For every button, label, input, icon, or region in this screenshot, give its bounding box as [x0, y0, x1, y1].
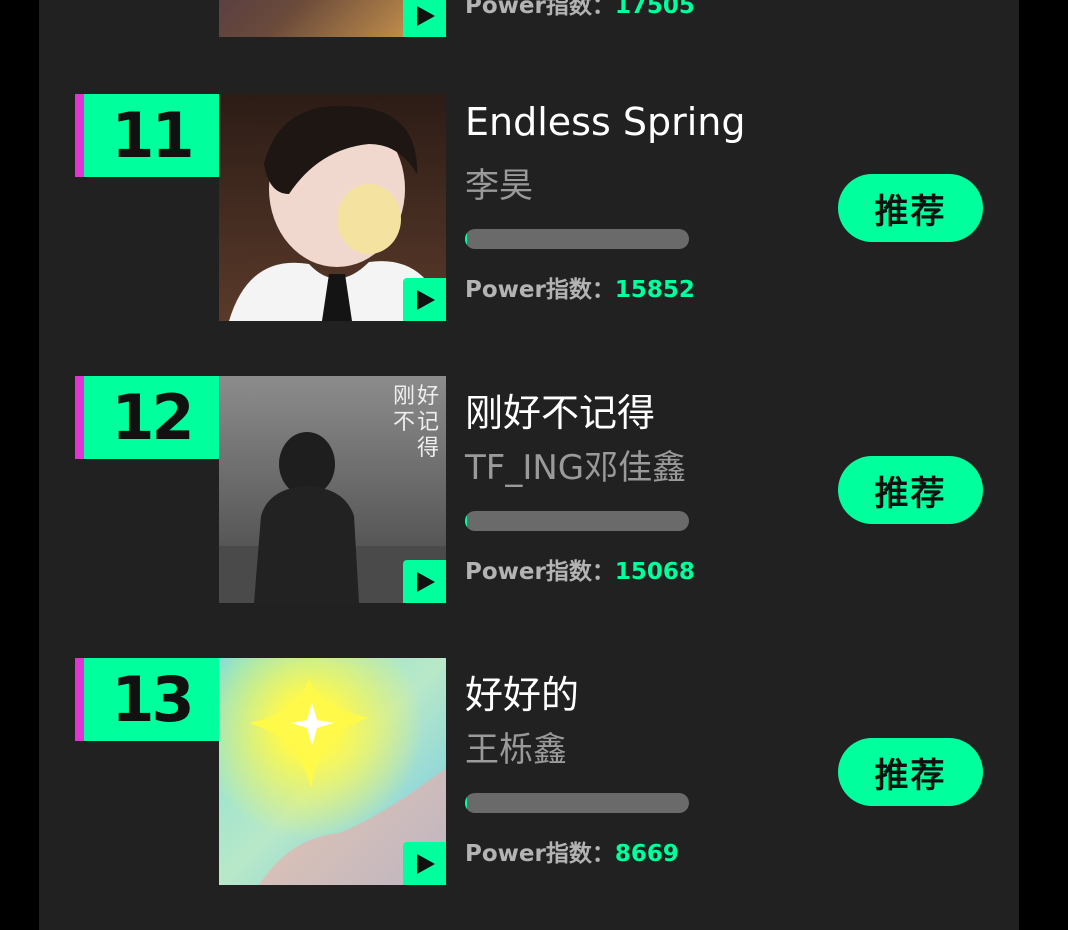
album-cover[interactable] — [219, 94, 446, 321]
play-icon — [416, 5, 435, 26]
artist-name[interactable]: 李昊 — [465, 158, 533, 207]
power-progress-bar — [465, 511, 689, 531]
artist-name[interactable]: TF_ING邓佳鑫 — [465, 440, 686, 489]
play-button[interactable] — [403, 842, 446, 885]
cover-text: 刚好不记得 — [392, 384, 441, 461]
play-icon — [416, 853, 435, 874]
list-item: 12 刚好不记得 刚好不记得 TF_ING邓佳鑫 Power指数：15068 推… — [75, 376, 1019, 604]
play-button[interactable] — [403, 560, 446, 603]
play-button[interactable] — [403, 278, 446, 321]
power-value: 8669 — [614, 841, 679, 867]
rank-badge: 12 — [75, 376, 219, 459]
recommend-button[interactable]: 推荐 — [838, 456, 983, 524]
power-index: Power指数：8669 — [465, 834, 679, 868]
album-cover[interactable] — [219, 658, 446, 885]
power-progress-fill — [465, 793, 468, 813]
power-index: Power指数：15068 — [465, 552, 695, 586]
power-progress-fill — [465, 511, 468, 531]
power-progress-bar — [465, 229, 689, 249]
power-index: Power指数：17505 — [465, 0, 695, 20]
play-icon — [416, 571, 435, 592]
power-progress-bar — [465, 793, 689, 813]
album-cover-previous[interactable] — [219, 0, 446, 37]
play-icon — [416, 289, 435, 310]
power-progress-fill — [465, 229, 468, 249]
power-label: Power指数： — [465, 841, 615, 867]
power-index: Power指数：15852 — [465, 270, 695, 304]
album-cover[interactable]: 刚好不记得 — [219, 376, 446, 603]
power-value: 15852 — [614, 277, 695, 303]
chart-list-panel: Power指数：17505 11 Endless Spring 李昊 Power… — [39, 0, 1019, 930]
recommend-button[interactable]: 推荐 — [838, 738, 983, 806]
rank-badge: 11 — [75, 94, 219, 177]
power-label: Power指数： — [465, 0, 615, 19]
power-value: 17505 — [614, 0, 695, 19]
power-label: Power指数： — [465, 277, 615, 303]
artist-name[interactable]: 王栎鑫 — [465, 722, 567, 771]
song-title[interactable]: 刚好不记得 — [465, 382, 655, 437]
power-value: 15068 — [614, 559, 695, 585]
power-label: Power指数： — [465, 559, 615, 585]
recommend-button[interactable]: 推荐 — [838, 174, 983, 242]
rank-badge: 13 — [75, 658, 219, 741]
song-title[interactable]: 好好的 — [465, 664, 579, 719]
song-title[interactable]: Endless Spring — [465, 100, 745, 144]
list-item: 13 好好的 王栎鑫 Power指数：8669 推荐 — [75, 658, 1019, 886]
list-item-previous: Power指数：17505 — [75, 0, 1019, 38]
play-button[interactable] — [403, 0, 446, 37]
list-item: 11 Endless Spring 李昊 Power指数：15852 推荐 — [75, 94, 1019, 322]
